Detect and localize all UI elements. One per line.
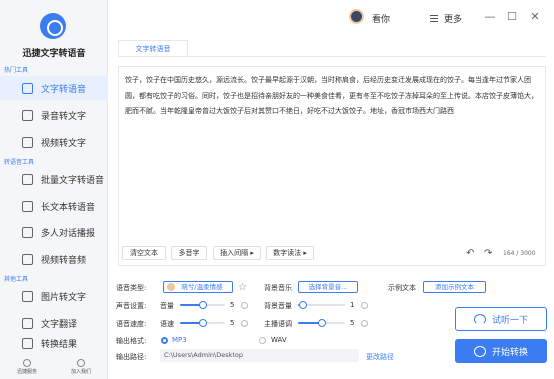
- bgm-label: 背景音乐: [264, 284, 292, 292]
- output-path-field[interactable]: C:\Users\Admin\Desktop: [160, 349, 359, 362]
- more-menu-button[interactable]: 更多: [430, 12, 462, 25]
- change-path-link[interactable]: 更改路径: [366, 352, 394, 362]
- format-wav-label[interactable]: WAV: [271, 336, 287, 344]
- start-convert-button[interactable]: 开始转换: [455, 339, 547, 363]
- insert-pause-button[interactable]: 插入间隔 ▸: [213, 246, 261, 260]
- choose-bgm-button[interactable]: 选择背景音...: [298, 281, 358, 293]
- sound-settings-label: 声音设置:: [116, 302, 147, 310]
- pitch-slider[interactable]: [298, 319, 345, 327]
- speed-slider[interactable]: [180, 319, 225, 327]
- service-link[interactable]: 迅捷服务: [17, 359, 37, 375]
- tab-text-to-speech[interactable]: 文字转语音: [118, 40, 188, 57]
- join-us-link[interactable]: 加入我们: [71, 359, 91, 375]
- speed-value: 5: [230, 319, 235, 327]
- play-icon: [473, 345, 486, 357]
- text-editor[interactable]: 饺子，饺子在中国历史悠久，源远流长。饺子最早起源于汉朝，当时称肩食，后经历史变迁…: [118, 66, 546, 266]
- format-mp3-label[interactable]: MP3: [172, 336, 187, 344]
- app-logo-icon: [40, 13, 66, 39]
- video-icon: [22, 136, 33, 148]
- add-sample-text-button[interactable]: 添加示例文本: [423, 281, 486, 293]
- output-format-label: 输出格式:: [116, 337, 147, 345]
- avatar[interactable]: [349, 9, 364, 24]
- pitch-value: 5: [350, 319, 355, 327]
- sidebar-item-dialogue[interactable]: 多人对话播报: [0, 220, 108, 244]
- results-icon: [22, 337, 33, 349]
- menu-icon: [430, 15, 438, 22]
- voice-select-button[interactable]: 晓兮/温柔情感: [163, 281, 233, 293]
- sidebar-item-video-to-text[interactable]: 视频转文字: [0, 130, 108, 154]
- audio-icon: [22, 253, 33, 265]
- format-wav-radio[interactable]: [259, 337, 266, 344]
- volume-value: 5: [230, 301, 235, 309]
- group-label-other: 其他工具: [4, 276, 29, 283]
- batch-icon: [22, 173, 33, 185]
- image-icon: [22, 290, 33, 302]
- favorite-star-icon[interactable]: ☆: [238, 282, 247, 293]
- recording-icon: [22, 109, 33, 121]
- polyphone-button[interactable]: 多音字: [171, 246, 207, 260]
- tab-divider: [118, 56, 546, 57]
- format-mp3-radio[interactable]: [161, 337, 168, 344]
- voice-type-label: 语音类型:: [116, 284, 147, 292]
- document-icon: [22, 200, 33, 212]
- output-path-label: 输出路径:: [116, 353, 147, 361]
- pitch-slider-knob[interactable]: [317, 319, 326, 327]
- volume-slider-knob[interactable]: [198, 301, 207, 309]
- bgm-volume-reset-icon[interactable]: [361, 302, 368, 309]
- sidebar-item-results[interactable]: 转换结果: [0, 331, 108, 355]
- speed-slider-knob[interactable]: [198, 319, 207, 327]
- editor-text[interactable]: 饺子，饺子在中国历史悠久，源远流长。饺子最早起源于汉朝，当时称肩食，后经历史变迁…: [125, 73, 539, 120]
- app-name: 迅捷文字转语音: [22, 49, 86, 59]
- undo-icon[interactable]: ↶: [466, 248, 474, 259]
- clear-text-button[interactable]: 清空文本: [122, 246, 166, 260]
- translate-icon: [22, 317, 33, 329]
- bgm-volume-label: 背景音量: [264, 302, 292, 310]
- pitch-label: 主播语调: [264, 320, 292, 328]
- group-label-speech: 转语音工具: [4, 159, 35, 166]
- sidebar-item-long-text[interactable]: 长文本转语音: [0, 194, 108, 218]
- username[interactable]: 看你: [372, 12, 390, 25]
- speed-settings-label: 语音速度:: [116, 320, 147, 328]
- speed-reset-icon[interactable]: [241, 320, 248, 327]
- close-icon[interactable]: ✕: [529, 11, 541, 23]
- sidebar: 迅捷文字转语音 热门工具 文字转语音 录音转文字 视频转文字 转语音工具 批量文…: [0, 0, 108, 379]
- minimize-icon[interactable]: —: [484, 11, 496, 23]
- sidebar-item-video-to-audio[interactable]: 视频转音频: [0, 247, 108, 271]
- volume-slider[interactable]: [180, 301, 225, 309]
- sample-text-label: 示例文本: [388, 284, 416, 292]
- sidebar-item-image-to-text[interactable]: 图片转文字: [0, 284, 108, 308]
- char-count: 164 / 3000: [503, 250, 536, 257]
- redo-icon[interactable]: ↷: [484, 248, 492, 259]
- join-icon: [76, 359, 85, 367]
- bgm-volume-slider[interactable]: [298, 301, 345, 309]
- number-reading-button[interactable]: 数字读法 ▸: [266, 246, 314, 260]
- bgm-volume-value: 1: [350, 301, 355, 309]
- sidebar-bottom-bar: 迅捷服务 加入我们: [0, 355, 108, 379]
- volume-label: 音量: [160, 302, 174, 310]
- listen-button[interactable]: 试听一下: [455, 307, 547, 331]
- speech-icon: [22, 82, 33, 94]
- bgm-volume-slider-knob[interactable]: [298, 301, 307, 309]
- volume-reset-icon[interactable]: [241, 302, 248, 309]
- group-label-hot: 热门工具: [4, 67, 29, 74]
- sidebar-item-batch-speech[interactable]: 批量文字转语音: [0, 167, 108, 191]
- voice-avatar-icon: [167, 283, 175, 291]
- headphones-icon: [473, 313, 486, 325]
- pitch-reset-icon[interactable]: [361, 320, 368, 327]
- sidebar-item-text-to-speech[interactable]: 文字转语音: [0, 76, 108, 100]
- sidebar-item-recording-to-text[interactable]: 录音转文字: [0, 103, 108, 127]
- service-icon: [22, 359, 31, 367]
- speed-label: 语速: [160, 320, 174, 328]
- dialogue-icon: [22, 226, 33, 238]
- maximize-icon[interactable]: ☐: [506, 11, 518, 23]
